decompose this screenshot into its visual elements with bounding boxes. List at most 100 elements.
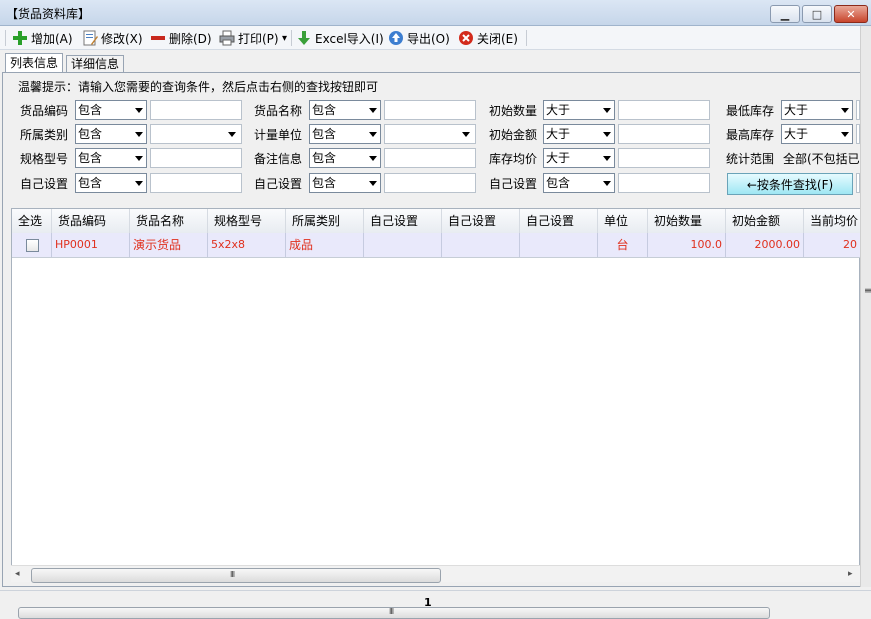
- edit-button[interactable]: 修改(X): [82, 29, 143, 47]
- column-header[interactable]: 初始数量: [648, 209, 726, 233]
- cell-avg-price: 20: [804, 233, 861, 257]
- chevron-down-icon: [369, 156, 377, 161]
- filter-operator-select[interactable]: 大于: [543, 148, 615, 168]
- goods-table: 全选 货品编码 货品名称 规格型号 所属类别 自己设置 自己设置 自己设置 单位…: [11, 208, 861, 581]
- range-label: 统计范围: [726, 152, 775, 166]
- filter-value-input[interactable]: [150, 173, 242, 193]
- chevron-down-icon: [603, 132, 611, 137]
- maximize-button[interactable]: □: [802, 5, 832, 23]
- filter-value-input[interactable]: [618, 124, 710, 144]
- column-header[interactable]: 货品编码: [52, 209, 130, 233]
- chevron-down-icon: [369, 181, 377, 186]
- filter-label: 自己设置: [254, 177, 303, 191]
- scroll-thumb[interactable]: III: [31, 568, 441, 583]
- window-close-button[interactable]: ✕: [834, 5, 868, 23]
- delete-button[interactable]: 删除(D): [150, 29, 212, 47]
- select-all-header[interactable]: 全选: [12, 209, 52, 233]
- column-header[interactable]: 初始金额: [726, 209, 804, 233]
- filter-label: 最低库存: [726, 104, 775, 118]
- cell-name: 演示货品: [130, 233, 208, 257]
- filter-operator-value: 大于: [784, 127, 809, 141]
- tab-strip: 列表信息 详细信息: [0, 51, 871, 74]
- column-header[interactable]: 单位: [598, 209, 648, 233]
- filter-value-input[interactable]: [618, 100, 710, 120]
- filter-operator-select[interactable]: 包含: [75, 124, 147, 144]
- minimize-button[interactable]: ▁: [770, 5, 800, 23]
- excel-import-button[interactable]: Excel导入(I): [296, 29, 384, 47]
- filter-value-input[interactable]: [384, 100, 476, 120]
- hint-text: 温馨提示：请输入您需要的查询条件，然后点击右侧的查找按钮即可: [18, 80, 379, 94]
- filter-operator-value: 包含: [312, 127, 337, 141]
- filter-label: 最高库存: [726, 128, 775, 142]
- cell-category: 成品: [286, 233, 364, 257]
- cell-init-qty: 100.0: [648, 233, 726, 257]
- filter-label: 计量单位: [254, 128, 303, 142]
- chevron-down-icon: [228, 132, 236, 137]
- filter-value-input[interactable]: [150, 100, 242, 120]
- filter-label: 所属类别: [20, 128, 69, 142]
- window-vertical-scrollbar[interactable]: III: [860, 26, 871, 587]
- row-checkbox[interactable]: [26, 239, 39, 252]
- column-header[interactable]: 所属类别: [286, 209, 364, 233]
- print-button[interactable]: 打印(P): [219, 29, 279, 47]
- minus-icon: [150, 30, 166, 46]
- column-header[interactable]: 自己设置: [520, 209, 598, 233]
- filter-operator-select[interactable]: 包含: [75, 100, 147, 120]
- window-title: 【货品资料库】: [6, 7, 91, 21]
- row-select-cell[interactable]: [12, 233, 52, 257]
- scroll-left-icon[interactable]: ◂: [15, 569, 20, 579]
- filter-value-input[interactable]: [150, 148, 242, 168]
- filter-operator-select[interactable]: 包含: [309, 148, 381, 168]
- delete-label: 删除(D): [169, 31, 212, 46]
- print-dropdown-arrow[interactable]: ▾: [282, 29, 287, 47]
- filter-operator-select[interactable]: 大于: [543, 124, 615, 144]
- column-header[interactable]: 货品名称: [130, 209, 208, 233]
- filter-label: 自己设置: [489, 177, 538, 191]
- scroll-right-icon[interactable]: ▸: [848, 569, 853, 579]
- filter-label: 初始数量: [489, 104, 538, 118]
- filter-label: 自己设置: [20, 177, 69, 191]
- find-button[interactable]: ←按条件查找(F): [727, 173, 853, 195]
- cell-custom-3: [520, 233, 598, 257]
- filter-value-input[interactable]: [618, 148, 710, 168]
- filter-operator-select[interactable]: 大于: [781, 124, 853, 144]
- close-button[interactable]: 关闭(E): [458, 29, 518, 47]
- filter-operator-select[interactable]: 包含: [309, 124, 381, 144]
- filter-value-input[interactable]: [618, 173, 710, 193]
- filter-value-input[interactable]: [384, 148, 476, 168]
- chevron-down-icon: [135, 156, 143, 161]
- chevron-down-icon: [135, 132, 143, 137]
- filter-operator-select[interactable]: 大于: [781, 100, 853, 120]
- export-label: 导出(O): [407, 31, 450, 46]
- window-horizontal-scroll-thumb[interactable]: III: [18, 607, 770, 619]
- export-button[interactable]: 导出(O): [388, 29, 450, 47]
- column-header[interactable]: 当前均价: [804, 209, 861, 233]
- add-button[interactable]: 增加(A): [12, 29, 73, 47]
- category-combo[interactable]: [150, 124, 242, 144]
- column-header[interactable]: 规格型号: [208, 209, 286, 233]
- column-header[interactable]: 自己设置: [364, 209, 442, 233]
- close-circle-icon: [458, 30, 474, 46]
- filter-operator-value: 包含: [78, 151, 103, 165]
- filter-operator-select[interactable]: 大于: [543, 100, 615, 120]
- filter-label: 库存均价: [489, 152, 538, 166]
- grip-icon: III: [230, 570, 235, 579]
- table-row[interactable]: HP0001 演示货品 5x2x8 成品 台 100.0 2000.00 20: [12, 233, 861, 258]
- excel-import-label: Excel导入(I): [315, 31, 384, 46]
- unit-combo[interactable]: [384, 124, 476, 144]
- filter-operator-select[interactable]: 包含: [543, 173, 615, 193]
- cell-custom-1: [364, 233, 442, 257]
- download-arrow-icon: [296, 30, 312, 46]
- column-header[interactable]: 自己设置: [442, 209, 520, 233]
- filter-value-input[interactable]: [384, 173, 476, 193]
- chevron-down-icon: [603, 108, 611, 113]
- cell-unit: 台: [598, 233, 648, 257]
- filter-operator-select[interactable]: 包含: [75, 148, 147, 168]
- filter-operator-select[interactable]: 包含: [309, 100, 381, 120]
- tab-list[interactable]: 列表信息: [5, 53, 64, 74]
- filter-operator-select[interactable]: 包含: [75, 173, 147, 193]
- filter-operator-select[interactable]: 包含: [309, 173, 381, 193]
- range-value[interactable]: 全部(不包括已: [783, 150, 860, 167]
- grid-horizontal-scrollbar[interactable]: ◂ III ▸: [11, 565, 860, 583]
- chevron-down-icon: [135, 108, 143, 113]
